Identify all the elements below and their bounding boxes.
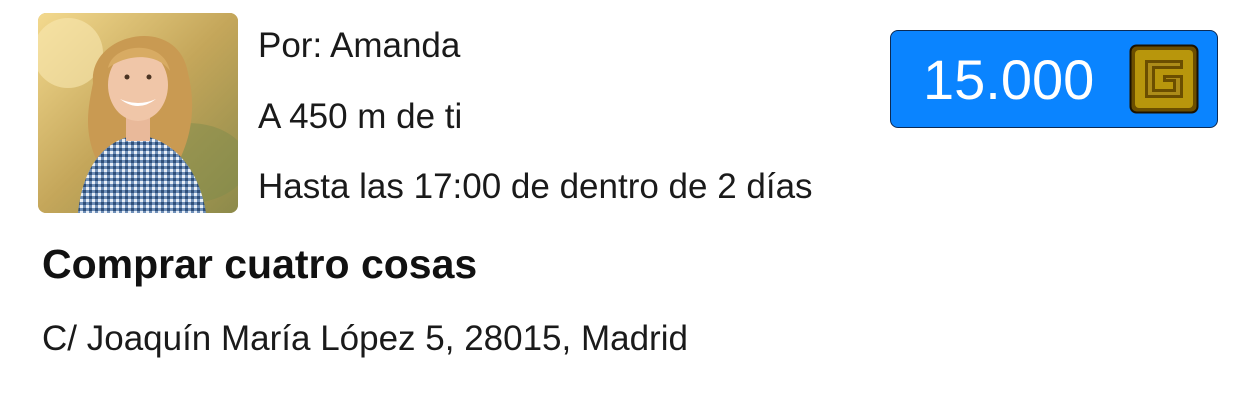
task-address: C/ Joaquín María López 5, 28015, Madrid xyxy=(42,319,688,358)
task-card[interactable]: Por: Amanda A 450 m de ti Hasta las 17:0… xyxy=(0,0,1250,400)
deadline-label: Hasta las 17:00 de dentro de 2 días xyxy=(258,167,813,206)
task-title: Comprar cuatro cosas xyxy=(42,241,478,287)
price-badge[interactable]: 15.000 xyxy=(890,30,1218,128)
author-label: Por: Amanda xyxy=(258,26,461,65)
price-amount: 15.000 xyxy=(923,48,1095,111)
user-avatar[interactable] xyxy=(38,13,238,213)
gold-coin-icon xyxy=(1129,44,1199,114)
distance-label: A 450 m de ti xyxy=(258,97,463,136)
avatar-photo xyxy=(38,13,238,213)
